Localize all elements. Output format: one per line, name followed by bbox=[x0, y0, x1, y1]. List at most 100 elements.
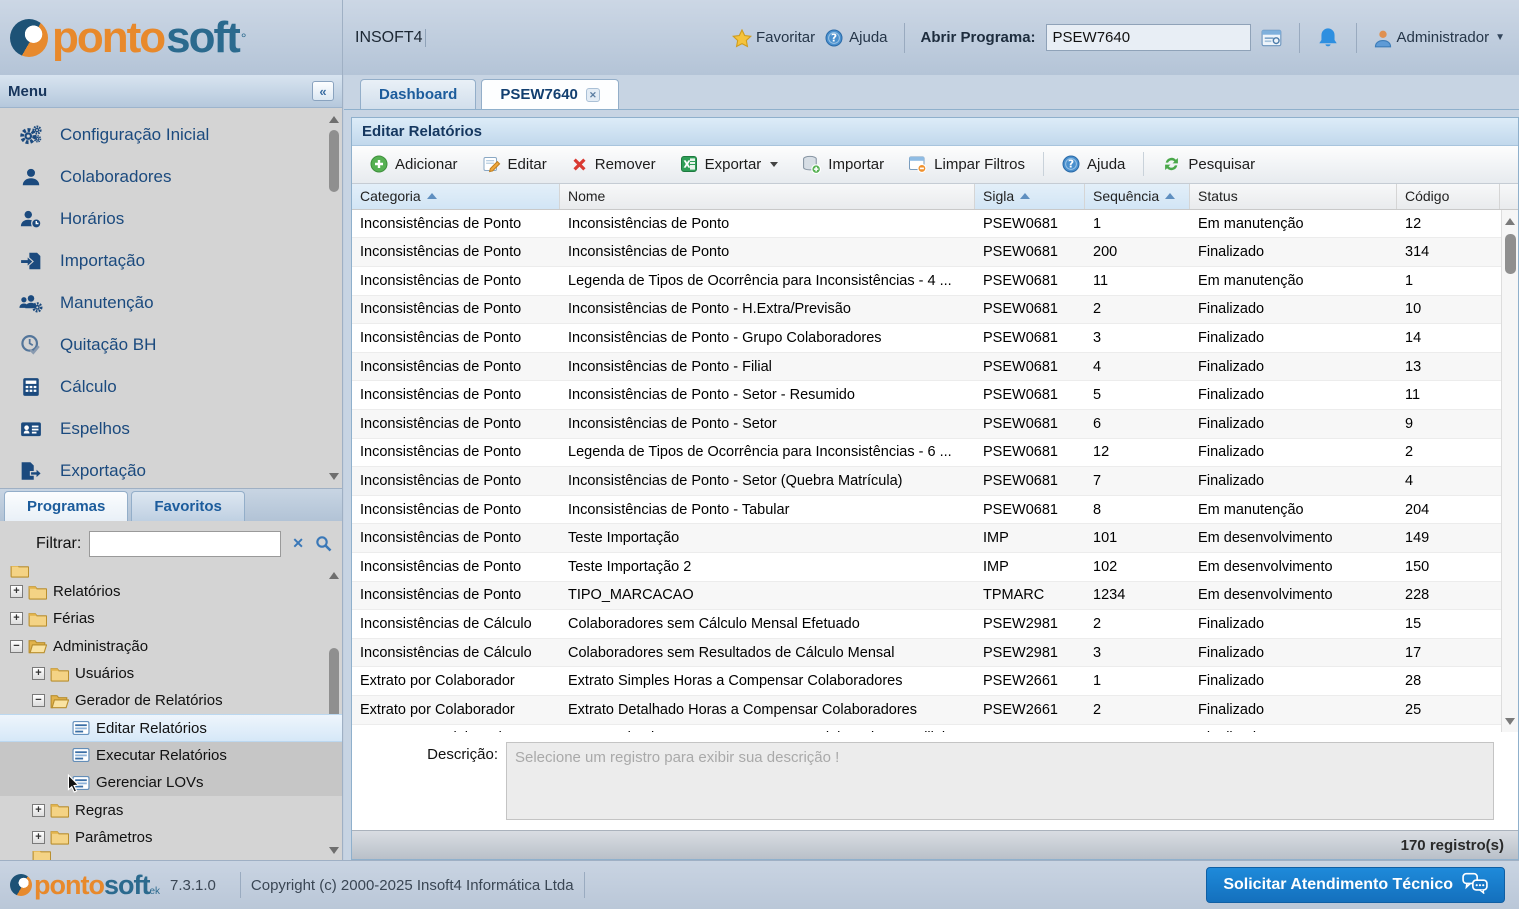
cell-nome: Inconsistências de Ponto - Filial bbox=[560, 353, 975, 381]
table-row[interactable]: Inconsistências de PontoTeste Importação… bbox=[352, 553, 1518, 582]
ajuda-button[interactable]: ? Ajuda bbox=[1052, 151, 1135, 177]
close-tab-icon[interactable]: ✕ bbox=[586, 88, 600, 102]
expand-icon[interactable]: + bbox=[32, 831, 45, 844]
table-row[interactable]: Inconsistências de PontoInconsistências … bbox=[352, 496, 1518, 525]
favoritar-button[interactable]: Favoritar bbox=[732, 29, 815, 47]
limpar-filtros-button[interactable]: Limpar Filtros bbox=[898, 151, 1035, 177]
table-row[interactable]: Extrato por ColaboradorExtrato Simples H… bbox=[352, 725, 1518, 733]
cell-nome: Inconsistências de Ponto bbox=[560, 210, 975, 238]
pesquisar-button[interactable]: Pesquisar bbox=[1152, 151, 1265, 177]
description-textarea[interactable] bbox=[506, 742, 1494, 820]
tree-item-executar-relatorios[interactable]: Executar Relatórios bbox=[0, 742, 342, 769]
scrollbar-thumb[interactable] bbox=[1505, 234, 1516, 274]
column-header-categoria[interactable]: Categoria bbox=[352, 184, 560, 209]
cell-nome: Colaboradores sem Cálculo Mensal Efetuad… bbox=[560, 610, 975, 638]
remover-button[interactable]: Remover bbox=[561, 152, 666, 177]
notifications-bell-icon[interactable] bbox=[1316, 26, 1340, 50]
table-row[interactable]: Inconsistências de PontoInconsistências … bbox=[352, 238, 1518, 267]
tab-favoritos[interactable]: Favoritos bbox=[131, 491, 245, 521]
table-row[interactable]: Inconsistências de PontoTeste Importação… bbox=[352, 524, 1518, 553]
tree-item-usuarios[interactable]: +Usuários bbox=[0, 660, 342, 687]
user-menu[interactable]: Administrador ▼ bbox=[1373, 29, 1505, 47]
sidebar-item-label: Configuração Inicial bbox=[60, 125, 209, 145]
tab-psew7640[interactable]: PSEW7640 ✕ bbox=[481, 79, 619, 109]
collapse-sidebar-button[interactable]: « bbox=[312, 81, 334, 101]
table-row[interactable]: Inconsistências de PontoInconsistências … bbox=[352, 467, 1518, 496]
expand-icon[interactable]: + bbox=[32, 804, 45, 817]
abrir-programa-input[interactable] bbox=[1046, 24, 1251, 51]
sidebar-item-colaboradores[interactable]: Colaboradores bbox=[0, 156, 342, 198]
sidebar-item-configuracao-inicial[interactable]: Configuração Inicial bbox=[0, 114, 342, 156]
importar-button[interactable]: Importar bbox=[792, 151, 894, 178]
expand-icon[interactable]: + bbox=[10, 612, 23, 625]
tree-item-ferias[interactable]: +Férias bbox=[0, 605, 342, 632]
tree-item-regras[interactable]: +Regras bbox=[0, 796, 342, 823]
environment-label: INSOFT4 bbox=[355, 29, 426, 47]
support-button[interactable]: Solicitar Atendimento Técnico bbox=[1206, 867, 1505, 903]
cell-status: Finalizado bbox=[1190, 439, 1397, 467]
people-gear-icon bbox=[16, 293, 46, 313]
clear-filter-icon[interactable]: ✕ bbox=[289, 535, 307, 552]
tab-programas[interactable]: Programas bbox=[4, 491, 128, 521]
tab-dashboard[interactable]: Dashboard bbox=[360, 79, 476, 109]
scroll-up-icon[interactable] bbox=[329, 116, 339, 123]
expand-icon[interactable]: + bbox=[32, 667, 45, 680]
sidebar-item-manutencao[interactable]: Manutenção bbox=[0, 282, 342, 324]
sidebar-item-label: Exportação bbox=[60, 461, 146, 481]
table-row[interactable]: Inconsistências de CálculoColaboradores … bbox=[352, 610, 1518, 639]
tree-item-label: Executar Relatórios bbox=[96, 747, 227, 764]
cell-codigo: 24 bbox=[1397, 725, 1500, 733]
tree-item-relatorios[interactable]: +Relatórios bbox=[0, 578, 342, 605]
cell-nome: Inconsistências de Ponto - Setor bbox=[560, 410, 975, 438]
table-row[interactable]: Extrato por ColaboradorExtrato Detalhado… bbox=[352, 696, 1518, 725]
column-header-nome[interactable]: Nome bbox=[560, 184, 975, 209]
sidebar-item-exportacao[interactable]: Exportação bbox=[0, 450, 342, 488]
tree-item-gerenciar-lovs[interactable]: Gerenciar LOVs bbox=[0, 769, 342, 796]
table-row[interactable]: Inconsistências de CálculoColaboradores … bbox=[352, 639, 1518, 668]
tree-item-editar-relatorios[interactable]: Editar Relatórios bbox=[0, 714, 342, 741]
tree-item-gerador-de-relatorios[interactable]: −Gerador de Relatórios bbox=[0, 687, 342, 714]
tree-item-administracao[interactable]: −Administração bbox=[0, 633, 342, 660]
scrollbar-thumb[interactable] bbox=[329, 130, 339, 192]
collapse-icon[interactable]: − bbox=[10, 640, 23, 653]
scroll-down-icon[interactable] bbox=[329, 473, 339, 480]
column-header-sigla[interactable]: Sigla bbox=[975, 184, 1085, 209]
pontosoft-logo: pontosoft° bbox=[10, 13, 246, 63]
table-row[interactable]: Inconsistências de PontoTIPO_MARCACAOTPM… bbox=[352, 582, 1518, 611]
table-row[interactable]: Inconsistências de PontoInconsistências … bbox=[352, 210, 1518, 239]
sidebar-item-importacao[interactable]: Importação bbox=[0, 240, 342, 282]
table-row[interactable]: Inconsistências de PontoInconsistências … bbox=[352, 381, 1518, 410]
sidebar-item-horarios[interactable]: Horários bbox=[0, 198, 342, 240]
open-program-icon[interactable] bbox=[1261, 28, 1283, 48]
cell-sequencia: 5 bbox=[1085, 381, 1190, 409]
table-row[interactable]: Inconsistências de PontoLegenda de Tipos… bbox=[352, 267, 1518, 296]
ajuda-button[interactable]: ? Ajuda bbox=[825, 29, 887, 47]
tree-item-label: Gerenciar LOVs bbox=[96, 774, 204, 791]
sidebar-item-calculo[interactable]: Cálculo bbox=[0, 366, 342, 408]
column-header-status[interactable]: Status bbox=[1190, 184, 1397, 209]
sidebar-item-quitacao-bh[interactable]: Quitação BH bbox=[0, 324, 342, 366]
menu-scrollbar[interactable] bbox=[328, 114, 340, 482]
scroll-up-icon[interactable] bbox=[1505, 218, 1515, 225]
table-scrollbar[interactable] bbox=[1501, 210, 1518, 732]
scroll-down-icon[interactable] bbox=[1505, 718, 1515, 725]
column-header-codigo[interactable]: Código bbox=[1397, 184, 1500, 209]
adicionar-button[interactable]: Adicionar bbox=[360, 151, 468, 177]
column-header-sequencia[interactable]: Sequência bbox=[1085, 184, 1190, 209]
search-icon[interactable] bbox=[315, 535, 332, 552]
table-row[interactable]: Inconsistências de PontoInconsistências … bbox=[352, 410, 1518, 439]
sidebar-item-espelhos[interactable]: Espelhos bbox=[0, 408, 342, 450]
filter-input[interactable] bbox=[89, 531, 281, 557]
table-row[interactable]: Inconsistências de PontoLegenda de Tipos… bbox=[352, 439, 1518, 468]
table-row[interactable]: Inconsistências de PontoInconsistências … bbox=[352, 324, 1518, 353]
table-row[interactable]: Inconsistências de PontoInconsistências … bbox=[352, 296, 1518, 325]
table-row[interactable]: Extrato por ColaboradorExtrato Simples H… bbox=[352, 667, 1518, 696]
filter-row: Filtrar: ✕ bbox=[0, 521, 342, 566]
cell-categoria: Inconsistências de Ponto bbox=[352, 238, 560, 266]
exportar-button[interactable]: Exportar bbox=[670, 151, 789, 177]
expand-icon[interactable]: + bbox=[10, 585, 23, 598]
tree-item-parametros[interactable]: +Parâmetros bbox=[0, 824, 342, 851]
collapse-icon[interactable]: − bbox=[32, 694, 45, 707]
editar-button[interactable]: Editar bbox=[472, 151, 557, 177]
table-row[interactable]: Inconsistências de PontoInconsistências … bbox=[352, 353, 1518, 382]
